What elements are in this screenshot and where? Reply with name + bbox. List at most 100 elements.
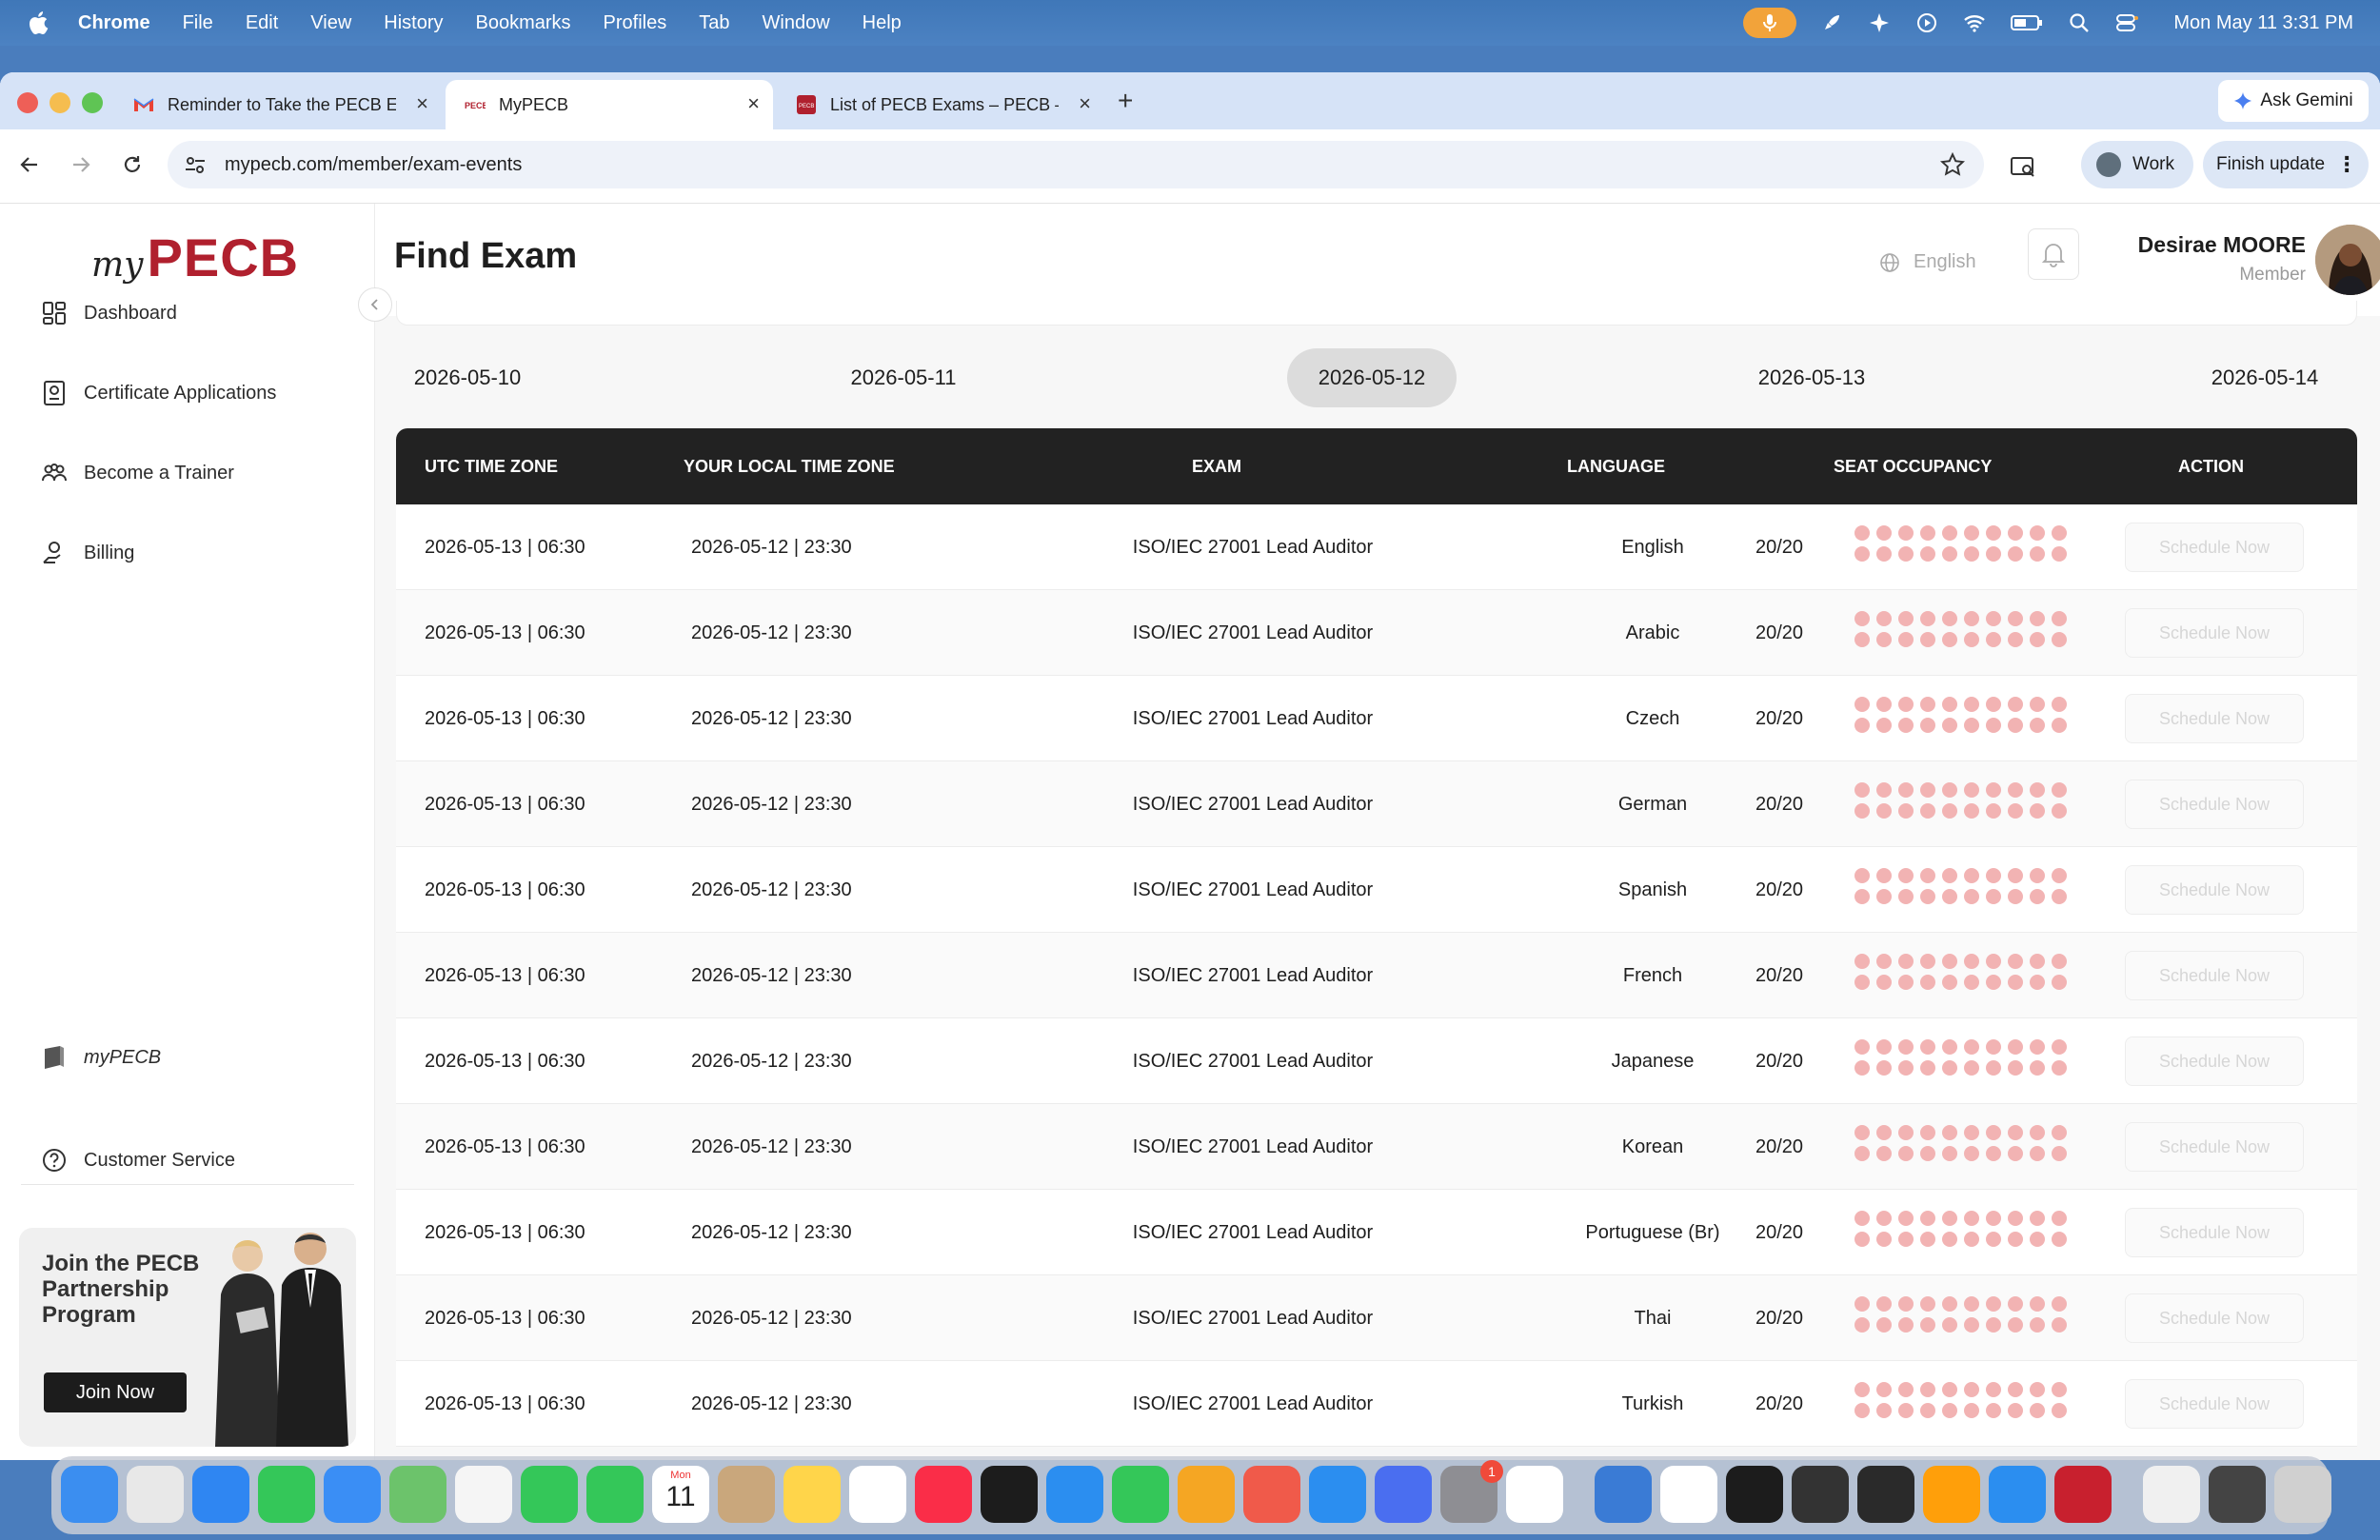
photos-icon[interactable] xyxy=(455,1466,512,1523)
address-bar[interactable]: mypecb.com/member/exam-events xyxy=(168,141,1984,188)
schedule-now-button[interactable]: Schedule Now xyxy=(2125,608,2304,658)
schedule-now-button[interactable]: Schedule Now xyxy=(2125,1293,2304,1343)
date-tab[interactable]: 2026-05-11 xyxy=(832,348,975,407)
reload-button[interactable] xyxy=(116,148,149,181)
notes-icon[interactable] xyxy=(783,1466,841,1523)
schedule-now-button[interactable]: Schedule Now xyxy=(2125,523,2304,572)
bookmark-star-icon[interactable] xyxy=(1940,152,1965,177)
menu-bookmarks[interactable]: Bookmarks xyxy=(476,12,571,34)
menu-profiles[interactable]: Profiles xyxy=(604,12,667,34)
document-icon[interactable] xyxy=(2143,1466,2200,1523)
pages-icon[interactable] xyxy=(1178,1466,1235,1523)
schedule-now-button[interactable]: Schedule Now xyxy=(2125,951,2304,1000)
control-center-icon[interactable] xyxy=(2114,10,2139,35)
schedule-now-button[interactable]: Schedule Now xyxy=(2125,694,2304,743)
contacts-icon[interactable] xyxy=(718,1466,775,1523)
schedule-now-button[interactable]: Schedule Now xyxy=(2125,1122,2304,1172)
keynote-icon[interactable] xyxy=(1046,1466,1103,1523)
tab-pecb-exams[interactable]: PECB List of PECB Exams – PECB – × xyxy=(777,80,1104,129)
spotlight-search-icon[interactable] xyxy=(2067,10,2092,35)
forward-button[interactable] xyxy=(65,148,97,181)
menu-tab[interactable]: Tab xyxy=(699,12,729,34)
menu-edit[interactable]: Edit xyxy=(246,12,278,34)
sidebar-item-become-a-trainer[interactable]: Become a Trainer xyxy=(40,459,234,487)
wifi-icon[interactable] xyxy=(1962,10,1987,35)
sparkle-icon[interactable] xyxy=(1867,10,1892,35)
tv-icon[interactable] xyxy=(981,1466,1038,1523)
schedule-now-button[interactable]: Schedule Now xyxy=(2125,865,2304,915)
zoom-window-button[interactable] xyxy=(82,92,103,113)
utility-icon[interactable] xyxy=(1792,1466,1849,1523)
close-tab-icon[interactable]: × xyxy=(747,91,760,116)
close-window-button[interactable] xyxy=(17,92,38,113)
tab-mypecb[interactable]: PECB MyPECB × xyxy=(446,80,773,129)
notifications-button[interactable] xyxy=(2028,228,2079,280)
close-tab-icon[interactable]: × xyxy=(1079,91,1091,116)
sidebar-item-dashboard[interactable]: Dashboard xyxy=(40,299,177,327)
sidebar-item-customer-service[interactable]: Customer Service xyxy=(40,1146,235,1175)
date-tab[interactable]: 2026-05-10 xyxy=(396,348,539,407)
instruments-icon[interactable] xyxy=(1857,1466,1914,1523)
menu-view[interactable]: View xyxy=(310,12,351,34)
folder-stack-icon[interactable] xyxy=(2209,1466,2266,1523)
menu-app-name[interactable]: Chrome xyxy=(78,12,150,34)
back-button[interactable] xyxy=(13,148,46,181)
calendar-icon[interactable]: Mon 11 xyxy=(652,1466,709,1523)
sidebar-collapse-button[interactable] xyxy=(358,287,392,322)
site-settings-icon[interactable] xyxy=(183,152,208,177)
menu-window[interactable]: Window xyxy=(763,12,830,34)
gemini-app-icon[interactable] xyxy=(1506,1466,1563,1523)
finder-icon[interactable] xyxy=(61,1466,118,1523)
facetime-icon[interactable] xyxy=(521,1466,578,1523)
tab-search-icon[interactable] xyxy=(2009,152,2037,181)
finish-update-button[interactable]: Finish update ⋮ xyxy=(2203,141,2369,188)
trash-icon[interactable] xyxy=(2274,1466,2331,1523)
tab-gmail[interactable]: Reminder to Take the PECB E × xyxy=(114,80,442,129)
new-tab-icon[interactable]: + xyxy=(1118,86,1133,116)
rocket-app-icon[interactable] xyxy=(1243,1466,1300,1523)
mail-icon[interactable] xyxy=(324,1466,381,1523)
join-now-button[interactable]: Join Now xyxy=(44,1372,187,1412)
phone-icon[interactable] xyxy=(586,1466,644,1523)
sidebar-mypecb-link[interactable]: myPECB xyxy=(40,1043,161,1072)
menu-help[interactable]: Help xyxy=(863,12,902,34)
minimize-window-button[interactable] xyxy=(50,92,70,113)
date-tab-selected[interactable]: 2026-05-12 xyxy=(1287,348,1457,407)
microphone-icon[interactable] xyxy=(1743,8,1797,38)
mypecb-logo[interactable]: my PECB xyxy=(91,227,299,288)
music-icon[interactable] xyxy=(915,1466,972,1523)
date-tab[interactable]: 2026-05-14 xyxy=(2193,348,2336,407)
user-name[interactable]: Desirae MOORE xyxy=(2113,232,2306,258)
schedule-now-button[interactable]: Schedule Now xyxy=(2125,1037,2304,1086)
safari-icon[interactable] xyxy=(192,1466,249,1523)
schedule-now-button[interactable]: Schedule Now xyxy=(2125,1379,2304,1429)
system-settings-icon[interactable]: 1 xyxy=(1440,1460,1503,1523)
menu-history[interactable]: History xyxy=(384,12,443,34)
battery-icon[interactable] xyxy=(2010,10,2044,35)
date-tab[interactable]: 2026-05-13 xyxy=(1740,348,1883,407)
chrome-icon[interactable] xyxy=(1660,1466,1717,1523)
menu-bar-clock[interactable]: Mon May 11 3:31 PM xyxy=(2173,12,2353,34)
maps-icon[interactable] xyxy=(389,1466,446,1523)
close-tab-icon[interactable]: × xyxy=(416,91,428,116)
schedule-now-button[interactable]: Schedule Now xyxy=(2125,1208,2304,1257)
numbers-icon[interactable] xyxy=(1112,1466,1169,1523)
app-store-icon[interactable] xyxy=(1309,1466,1366,1523)
play-circle-icon[interactable] xyxy=(1914,10,1939,35)
ask-gemini-button[interactable]: Ask Gemini xyxy=(2218,80,2369,122)
cleaner-icon[interactable] xyxy=(1595,1466,1652,1523)
url-text[interactable]: mypecb.com/member/exam-events xyxy=(225,154,522,176)
schedule-now-button[interactable]: Schedule Now xyxy=(2125,780,2304,829)
profile-work-button[interactable]: Work xyxy=(2081,141,2193,188)
sidebar-item-certificate-applications[interactable]: Certificate Applications xyxy=(40,379,276,407)
terminal-icon[interactable] xyxy=(1726,1466,1783,1523)
user-avatar[interactable] xyxy=(2315,225,2380,295)
messages-icon[interactable] xyxy=(258,1466,315,1523)
simulator-icon[interactable] xyxy=(1375,1466,1432,1523)
dictionary-icon[interactable] xyxy=(2054,1466,2112,1523)
rocket-icon[interactable] xyxy=(1819,10,1844,35)
apple-menu-icon[interactable] xyxy=(25,9,53,37)
sidebar-item-billing[interactable]: Billing xyxy=(40,539,134,567)
quicktime-icon[interactable] xyxy=(1989,1466,2046,1523)
color-picker-icon[interactable] xyxy=(1923,1466,1980,1523)
